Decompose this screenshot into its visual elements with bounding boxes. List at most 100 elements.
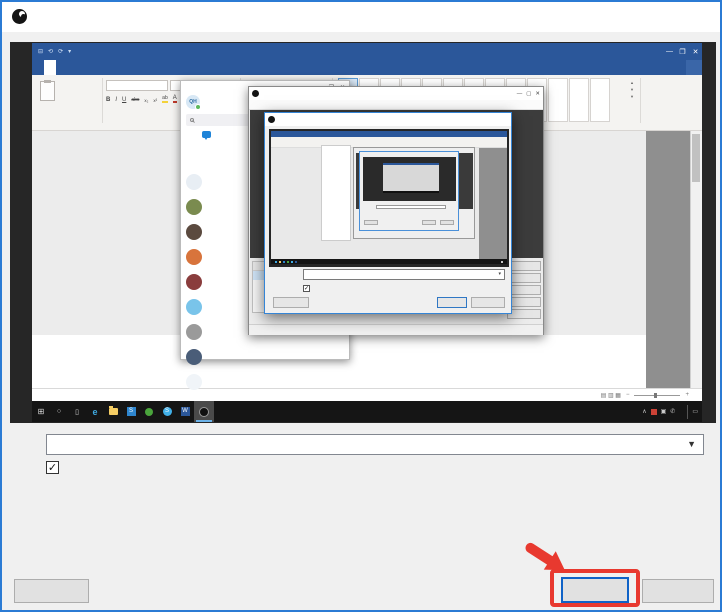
skype-icon[interactable]: S xyxy=(158,401,176,422)
settings-button[interactable] xyxy=(507,297,541,307)
italic-button[interactable]: I xyxy=(115,97,117,103)
obs-logo-icon xyxy=(252,90,259,97)
exit-button[interactable] xyxy=(507,309,541,319)
contact-row[interactable] xyxy=(186,369,346,394)
tab-insert[interactable] xyxy=(56,60,68,75)
word-w-icon: W xyxy=(181,407,190,416)
sign-in-link[interactable] xyxy=(674,60,686,75)
capture-cursor-checkbox[interactable]: ✓ xyxy=(46,461,59,474)
tray-divider xyxy=(687,405,688,419)
close-icon: ✕ xyxy=(535,91,540,97)
view-mode-icons[interactable]: ▤ ▥ ▦ xyxy=(601,392,621,399)
tab-review[interactable] xyxy=(116,60,128,75)
cancel-button[interactable] xyxy=(642,579,714,603)
mini-desktop xyxy=(271,131,507,264)
nested-capture-cursor-checkbox[interactable]: ✓ xyxy=(303,285,310,292)
tray-expand-icon[interactable]: ∧ xyxy=(642,408,646,415)
document-canvas xyxy=(646,131,690,388)
zoom-out-icon[interactable]: − xyxy=(626,392,630,398)
nested-display-dropdown[interactable]: ▾ xyxy=(303,269,505,280)
task-view-icon[interactable]: ▯ xyxy=(68,401,86,422)
tab-view[interactable] xyxy=(128,60,140,75)
defaults-button[interactable] xyxy=(14,579,89,603)
style-chip[interactable] xyxy=(569,78,589,122)
tab-home[interactable] xyxy=(44,60,56,75)
action-center-icon[interactable]: ▭ xyxy=(692,408,698,415)
font-color-button[interactable]: A xyxy=(173,95,177,103)
tab-design[interactable] xyxy=(68,60,80,75)
tray-red-icon[interactable] xyxy=(651,409,657,415)
mini-skype-window xyxy=(321,145,351,241)
styles-gallery-scroll[interactable]: ▴▾▾ xyxy=(628,79,636,100)
windows-taskbar: ⊞ ○ ▯ e S S W ∧ ▣ ✆ ▭ xyxy=(32,401,702,422)
display-dropdown[interactable]: ▼ xyxy=(46,434,704,455)
group-divider xyxy=(102,78,103,123)
zoom-slider[interactable] xyxy=(634,395,680,396)
start-button[interactable]: ⊞ xyxy=(32,401,50,422)
tab-foxit[interactable] xyxy=(140,60,152,75)
mini-preview xyxy=(363,157,456,201)
contact-row[interactable] xyxy=(186,344,346,369)
zoom-in-icon[interactable]: + xyxy=(685,392,689,398)
word-icon[interactable]: W xyxy=(176,401,194,422)
underline-button[interactable]: U xyxy=(122,97,126,103)
skype-tile-icon[interactable]: S xyxy=(122,401,140,422)
source-preview: ⊟⟲⟳▾ —❐✕ xyxy=(10,42,716,423)
highlight-color-button[interactable]: ab xyxy=(162,95,168,103)
minimize-icon: — xyxy=(663,48,676,56)
share-button[interactable] xyxy=(686,60,702,75)
obs-taskbar-icon-active[interactable] xyxy=(194,401,214,422)
tray-volume-icon[interactable]: ✆ xyxy=(670,408,675,415)
green-app-icon[interactable] xyxy=(140,401,158,422)
group-divider xyxy=(640,78,641,123)
nested-defaults-button[interactable] xyxy=(273,297,309,308)
tab-mailings[interactable] xyxy=(104,60,116,75)
close-button[interactable] xyxy=(692,2,720,32)
strikethrough-button[interactable]: abc xyxy=(131,97,139,103)
avatar xyxy=(186,199,202,215)
obs-window-controls: —▢✕ xyxy=(517,91,540,97)
avatar xyxy=(186,274,202,290)
superscript-button[interactable]: x² xyxy=(153,98,157,103)
annotation-highlight-rect xyxy=(550,569,640,607)
mini-display-dropdown xyxy=(376,205,446,209)
save-icon: ⊟ xyxy=(38,48,43,55)
skype-circle-icon: S xyxy=(163,407,172,416)
obs-logo-icon xyxy=(12,9,27,24)
mini-nested-dialog xyxy=(359,151,459,231)
tray-network-icon[interactable]: ▣ xyxy=(661,408,667,415)
annotation-arrow xyxy=(524,541,558,568)
help-button[interactable] xyxy=(658,2,686,32)
scrollbar-thumb[interactable] xyxy=(692,134,700,182)
tab-layout[interactable] xyxy=(80,60,92,75)
cortana-icon[interactable]: ○ xyxy=(50,401,68,422)
chat-bubble-icon xyxy=(202,131,211,138)
start-recording-button[interactable] xyxy=(507,273,541,283)
avatar xyxy=(186,324,202,340)
paste-icon[interactable] xyxy=(40,81,55,101)
bold-button[interactable]: B xyxy=(106,97,110,103)
start-streaming-button[interactable] xyxy=(507,261,541,271)
avatar xyxy=(186,299,202,315)
green-circle-icon xyxy=(145,408,153,416)
tab-chats[interactable] xyxy=(186,131,226,142)
word-ribbon-tabs xyxy=(32,60,702,75)
tab-file[interactable] xyxy=(32,60,44,75)
studio-mode-button[interactable] xyxy=(507,285,541,295)
properties-dialog: ⊟⟲⟳▾ —❐✕ xyxy=(0,0,722,612)
obs-circle-icon xyxy=(199,407,209,417)
style-chip[interactable] xyxy=(590,78,610,122)
font-format-row: B I U abc x₂ x² ab A xyxy=(106,95,177,103)
subscript-button[interactable]: x₂ xyxy=(144,98,148,103)
tab-references[interactable] xyxy=(92,60,104,75)
maximize-icon: ▢ xyxy=(526,91,531,97)
font-name-combo[interactable] xyxy=(106,80,168,91)
nested-cancel-button[interactable] xyxy=(471,297,505,308)
nested-ok-button[interactable] xyxy=(437,297,467,308)
file-explorer-icon[interactable] xyxy=(104,401,122,422)
redo-icon: ⟳ xyxy=(58,48,63,55)
edge-icon[interactable]: e xyxy=(86,401,104,422)
skype-profile[interactable]: QH xyxy=(186,95,204,109)
restore-icon: ❐ xyxy=(676,48,689,56)
style-chip[interactable] xyxy=(548,78,568,122)
